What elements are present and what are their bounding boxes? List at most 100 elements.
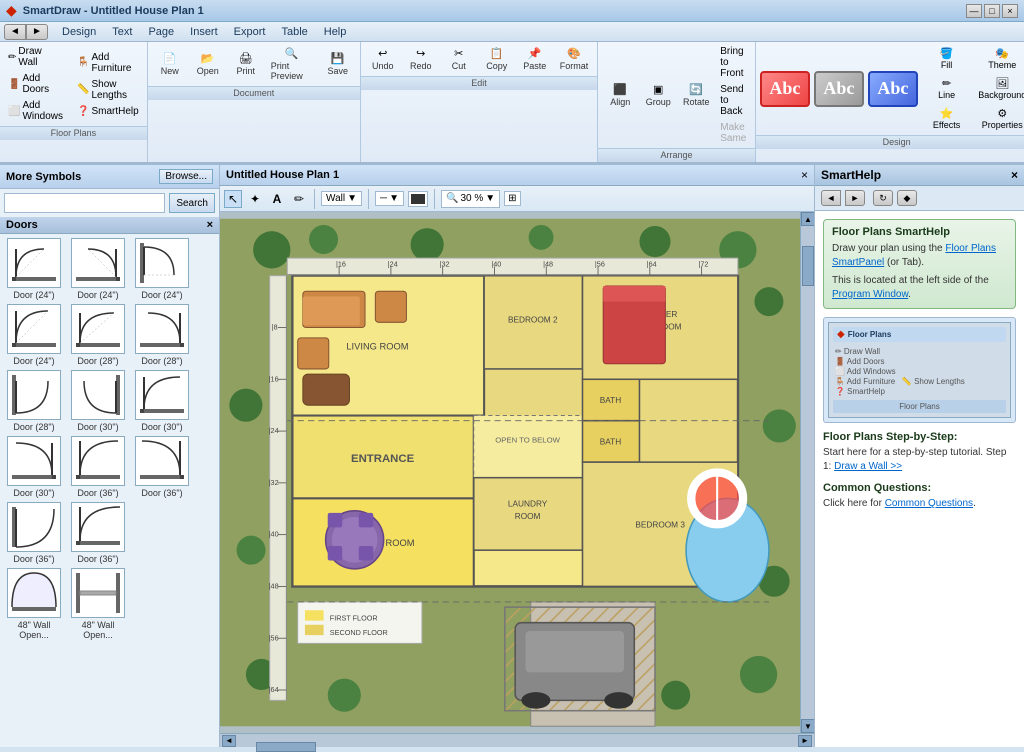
rotate-button[interactable]: 🔄 Rotate bbox=[678, 80, 714, 110]
search-row: Search bbox=[0, 189, 219, 217]
redo-button[interactable]: ↪ Redo bbox=[403, 44, 439, 74]
text-tool[interactable]: A bbox=[268, 190, 286, 208]
line-button[interactable]: ✏ Line bbox=[926, 74, 967, 103]
make-same-button[interactable]: Make Same bbox=[716, 120, 751, 146]
smarthelp-button[interactable]: ❓ SmartHelp bbox=[73, 104, 143, 119]
line-style-selector[interactable]: ─▼ bbox=[375, 191, 404, 206]
zoom-out-icon[interactable]: 🔍 bbox=[446, 193, 458, 204]
list-item[interactable]: Door (36") bbox=[132, 436, 192, 498]
add-windows-button[interactable]: ⬜ Add Windows bbox=[4, 98, 67, 124]
svg-text:|64: |64 bbox=[647, 259, 657, 268]
save-button[interactable]: 💾 Save bbox=[320, 49, 356, 79]
bring-to-front-button[interactable]: Bring to Front bbox=[716, 44, 751, 81]
smarthelp-panel: SmartHelp × ◄ ► ↻ ◆ Floor Plans SmartHel… bbox=[814, 165, 1024, 747]
step-text: Start here for a step-by-step tutorial. … bbox=[823, 446, 1016, 474]
align-button[interactable]: ⬛ Align bbox=[602, 80, 638, 110]
pointer-tool[interactable]: ✦ bbox=[246, 190, 264, 208]
list-item[interactable]: Door (36") bbox=[68, 502, 128, 564]
floor-plans-label: Floor Plans bbox=[0, 126, 147, 140]
list-item[interactable]: Door (28") bbox=[68, 304, 128, 366]
add-furniture-button[interactable]: 🪑 Add Furniture bbox=[73, 50, 143, 76]
background-button[interactable]: 🖼 Background bbox=[971, 74, 1024, 103]
main-area: More Symbols Browse... Search Doors × bbox=[0, 165, 1024, 747]
show-lengths-button[interactable]: 📏 Show Lengths bbox=[73, 77, 143, 103]
minimize-button[interactable]: — bbox=[966, 4, 982, 18]
door-row: Door (28") Door (30") bbox=[4, 370, 215, 432]
program-window-link[interactable]: Program Window bbox=[832, 289, 908, 300]
browse-button[interactable]: Browse... bbox=[159, 169, 213, 184]
list-item[interactable]: Door (24") bbox=[132, 238, 192, 300]
menu-text[interactable]: Text bbox=[104, 24, 140, 40]
zoom-control[interactable]: 🔍 30 % ▼ bbox=[441, 190, 500, 208]
help-home-button[interactable]: ◆ bbox=[897, 190, 917, 206]
style-red-button[interactable]: Abc bbox=[760, 71, 810, 107]
open-button[interactable]: 📂 Open bbox=[190, 49, 226, 79]
svg-text:|56: |56 bbox=[269, 633, 279, 642]
list-item[interactable]: Door (28") bbox=[4, 370, 64, 432]
pencil-tool[interactable]: ✏ bbox=[290, 190, 308, 208]
list-item[interactable]: Door (30") bbox=[132, 370, 192, 432]
select-tool[interactable]: ↖ bbox=[224, 190, 242, 208]
menu-table[interactable]: Table bbox=[273, 24, 315, 40]
list-item[interactable]: Door (36") bbox=[68, 436, 128, 498]
close-button[interactable]: × bbox=[1002, 4, 1018, 18]
canvas-scroll-v[interactable]: ▲ ▼ bbox=[800, 212, 814, 733]
canvas-scroll-h[interactable]: ◄ ► bbox=[220, 733, 814, 747]
help-forward-button[interactable]: ► bbox=[845, 190, 865, 206]
style-blue-button[interactable]: Abc bbox=[868, 71, 918, 107]
print-preview-button[interactable]: 🔍 Print Preview bbox=[266, 44, 318, 84]
questions-text: Click here for Common Questions. bbox=[823, 497, 1016, 511]
smarthelp-preview: ◆ Floor Plans ✏ Draw Wall 🚪 Add Doors ⬜ … bbox=[823, 317, 1016, 423]
menu-design[interactable]: Design bbox=[54, 24, 104, 40]
door-icon bbox=[74, 571, 122, 615]
common-questions-link[interactable]: Common Questions bbox=[885, 498, 973, 509]
list-item[interactable]: Door (30") bbox=[4, 436, 64, 498]
canvas-close-button[interactable]: × bbox=[801, 168, 808, 182]
help-refresh-button[interactable]: ↻ bbox=[873, 190, 893, 206]
app-title: SmartDraw - Untitled House Plan 1 bbox=[23, 5, 966, 17]
new-button[interactable]: 📄 New bbox=[152, 49, 188, 79]
search-input[interactable] bbox=[4, 193, 165, 213]
effects-button[interactable]: ⭐ Effects bbox=[926, 104, 967, 133]
search-button[interactable]: Search bbox=[169, 193, 215, 213]
fit-page-button[interactable]: ⊞ bbox=[504, 191, 520, 206]
group-button[interactable]: ▣ Group bbox=[640, 80, 676, 110]
doors-close-button[interactable]: × bbox=[207, 219, 213, 231]
send-to-back-button[interactable]: Send to Back bbox=[716, 82, 751, 119]
draw-wall-link[interactable]: Draw a Wall >> bbox=[834, 461, 902, 472]
forward-button[interactable]: ► bbox=[26, 24, 48, 40]
properties-button[interactable]: ⚙ Properties bbox=[971, 104, 1024, 133]
theme-button[interactable]: 🎭 Theme bbox=[971, 44, 1024, 73]
menu-help[interactable]: Help bbox=[316, 24, 355, 40]
fill-button[interactable]: 🪣 Fill bbox=[926, 44, 967, 73]
list-item[interactable]: Door (24") bbox=[4, 238, 64, 300]
menu-export[interactable]: Export bbox=[226, 24, 274, 40]
list-item[interactable]: Door (24") bbox=[4, 304, 64, 366]
list-item[interactable]: 48" Wall Open... bbox=[68, 568, 128, 640]
print-button[interactable]: 🖨 Print bbox=[228, 49, 264, 79]
back-button[interactable]: ◄ bbox=[4, 24, 26, 40]
list-item[interactable]: Door (36") bbox=[4, 502, 64, 564]
list-item[interactable]: 48" Wall Open... bbox=[4, 568, 64, 640]
style-gray-button[interactable]: Abc bbox=[814, 71, 864, 107]
color-selector[interactable] bbox=[408, 191, 428, 207]
format-button[interactable]: 🎨 Format bbox=[555, 44, 594, 74]
add-doors-button[interactable]: 🚪 Add Doors bbox=[4, 71, 67, 97]
smarthelp-close-button[interactable]: × bbox=[1011, 168, 1018, 182]
left-panel: More Symbols Browse... Search Doors × bbox=[0, 165, 220, 747]
list-item[interactable]: Door (24") bbox=[68, 238, 128, 300]
menu-insert[interactable]: Insert bbox=[182, 24, 226, 40]
copy-button[interactable]: 📋 Copy bbox=[479, 44, 515, 74]
undo-button[interactable]: ↩ Undo bbox=[365, 44, 401, 74]
arrange-label: Arrange bbox=[598, 148, 755, 162]
help-back-button[interactable]: ◄ bbox=[821, 190, 841, 206]
draw-wall-button[interactable]: ✏ Draw Wall bbox=[4, 44, 67, 70]
shape-selector[interactable]: Wall ▼ bbox=[321, 191, 362, 206]
paste-button[interactable]: 📌 Paste bbox=[517, 44, 553, 74]
canvas-area: Untitled House Plan 1 × ↖ ✦ A ✏ Wall ▼ ─… bbox=[220, 165, 814, 747]
list-item[interactable]: Door (28") bbox=[132, 304, 192, 366]
restore-button[interactable]: □ bbox=[984, 4, 1000, 18]
cut-button[interactable]: ✂ Cut bbox=[441, 44, 477, 74]
menu-page[interactable]: Page bbox=[140, 24, 182, 40]
list-item[interactable]: Door (30") bbox=[68, 370, 128, 432]
